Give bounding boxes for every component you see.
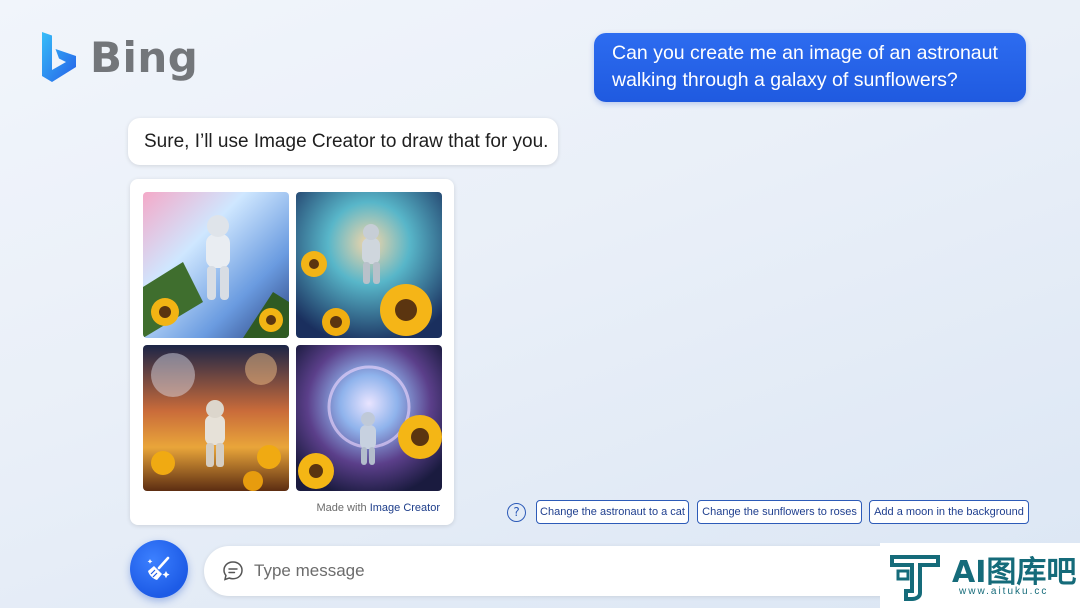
user-message-line: walking through a galaxy of sunflowers? bbox=[612, 69, 958, 91]
generated-image[interactable] bbox=[296, 192, 442, 338]
suggestion-chip[interactable]: Add a moon in the background bbox=[869, 500, 1029, 524]
message-placeholder: Type message bbox=[254, 561, 365, 580]
image-creator-link[interactable]: Image Creator bbox=[370, 502, 440, 514]
new-topic-button[interactable] bbox=[130, 540, 188, 598]
user-message-line: Can you create me an image of an astrona… bbox=[612, 42, 998, 64]
generated-image[interactable] bbox=[296, 345, 442, 491]
question-icon[interactable]: ? bbox=[507, 503, 526, 522]
suggestion-chip[interactable]: Change the sunflowers to roses bbox=[697, 500, 862, 524]
generated-image[interactable] bbox=[143, 192, 289, 338]
brand-name: Bing bbox=[90, 32, 199, 82]
broom-icon bbox=[147, 556, 170, 580]
bot-message: Sure, I’ll use Image Creator to draw tha… bbox=[128, 118, 558, 165]
watermark-url: www.aituku.cc bbox=[959, 586, 1049, 597]
bing-logo-icon bbox=[42, 32, 76, 82]
image-credit: Made with Image Creator bbox=[316, 502, 440, 514]
watermark: AI图库吧 www.aituku.cc bbox=[880, 543, 1080, 608]
watermark-title: AI图库吧 bbox=[952, 555, 1077, 590]
credit-prefix: Made with bbox=[316, 502, 370, 514]
user-message: Can you create me an image of an astrona… bbox=[594, 33, 1026, 102]
generated-image[interactable] bbox=[143, 345, 289, 491]
chat-bubble-icon bbox=[223, 561, 243, 581]
watermark-logo-icon bbox=[890, 555, 940, 601]
image-creator-card: Made with Image Creator bbox=[130, 179, 454, 525]
bing-logo: Bing bbox=[40, 30, 198, 84]
suggestion-chip[interactable]: Change the astronaut to a cat bbox=[536, 500, 689, 524]
message-input[interactable]: Type message bbox=[204, 546, 904, 596]
